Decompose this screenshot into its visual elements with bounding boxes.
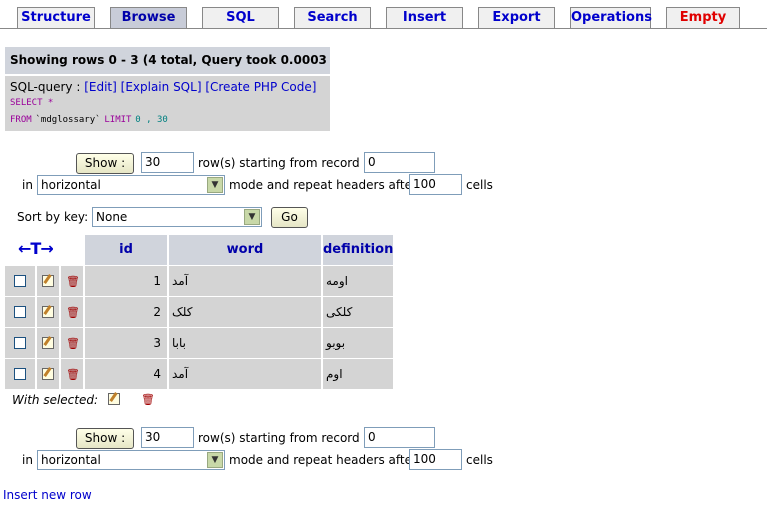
row-checkbox[interactable] [14,275,26,287]
row-word: آمد [169,359,321,389]
sql-limit-values: 0 , 30 [135,115,168,125]
mode-repeat-label-top: mode and repeat headers after [229,178,417,192]
sort-key-select[interactable]: None ▼ [92,207,262,227]
rows-count-input-bottom[interactable]: 30 [141,427,194,448]
row-edit-cell [37,266,59,296]
row-checkbox[interactable] [14,337,26,349]
explain-sql-link[interactable]: [Explain SQL] [121,80,202,94]
sql-table-name: `mdglossary` [35,115,101,125]
tab-underline [0,28,767,29]
trash-icon[interactable]: 🗑 [66,306,80,320]
sql-query-box: SQL-query : [Edit] [Explain SQL] [Create… [5,76,330,131]
start-record-input-top[interactable]: 0 [364,152,435,173]
sql-query-label: SQL-query : [10,80,81,94]
table-row [5,328,35,358]
row-delete-cell: 🗑 [61,328,83,358]
trash-icon[interactable]: 🗑 [66,337,80,351]
repeat-headers-input-top[interactable]: 100 [409,174,462,195]
tab-search[interactable]: Search [294,7,371,28]
in-label-top: in [22,178,33,192]
tab-operations[interactable]: Operations [570,7,652,28]
chevron-down-icon[interactable]: ▼ [207,452,223,468]
column-header-id[interactable]: id [85,235,167,265]
show-button-bottom[interactable]: Show : [76,428,134,449]
repeat-headers-input-bottom[interactable]: 100 [409,449,462,470]
with-selected-label: With selected: [12,393,99,407]
row-id: 1 [85,266,167,296]
tab-browse[interactable]: Browse [110,7,187,28]
row-delete-cell: 🗑 [61,297,83,327]
tab-insert[interactable]: Insert [386,7,463,28]
row-id: 4 [85,359,167,389]
cells-label-bottom: cells [466,453,493,467]
edit-pencil-icon[interactable] [42,306,54,318]
sql-from-keyword: FROM [10,115,32,125]
sql-limit-keyword: LIMIT [104,115,132,125]
sql-select-keyword: SELECT * [10,98,54,108]
rows-count-input-top[interactable]: 30 [141,152,194,173]
edit-pencil-icon[interactable] [42,337,54,349]
sort-key-value: None [96,210,128,224]
tab-export[interactable]: Export [478,7,555,28]
tab-structure[interactable]: Structure [17,7,95,28]
row-edit-cell [37,297,59,327]
mode-repeat-label-bottom: mode and repeat headers after [229,453,417,467]
table-row [5,359,35,389]
delete-selected-trash-icon[interactable]: 🗑 [141,393,155,407]
cells-label-top: cells [466,178,493,192]
rows-starting-label-bottom: row(s) starting from record # [198,431,374,445]
trash-icon[interactable]: 🗑 [66,368,80,382]
start-record-input-bottom[interactable]: 0 [364,427,435,448]
row-definition: کلکی [323,297,393,327]
trash-icon[interactable]: 🗑 [66,275,80,289]
row-id: 2 [85,297,167,327]
display-mode-select-bottom[interactable]: horizontal ▼ [37,450,225,470]
edit-pencil-icon[interactable] [42,368,54,380]
row-id: 3 [85,328,167,358]
in-label-bottom: in [22,453,33,467]
row-edit-cell [37,328,59,358]
table-row [5,266,35,296]
display-mode-select-top[interactable]: horizontal ▼ [37,175,225,195]
row-word: بابا [169,328,321,358]
edit-pencil-icon[interactable] [42,275,54,287]
row-word: کلک [169,297,321,327]
display-mode-value-bottom: horizontal [41,453,101,467]
insert-new-row-link[interactable]: Insert new row [3,488,92,502]
column-header-word[interactable]: word [169,235,321,265]
row-checkbox[interactable] [14,368,26,380]
chevron-down-icon[interactable]: ▼ [244,209,260,225]
column-toggle-arrows[interactable]: ←T→ [18,240,54,258]
row-checkbox[interactable] [14,306,26,318]
go-button[interactable]: Go [271,207,308,228]
tab-sql[interactable]: SQL [202,7,279,28]
row-definition: اومه [323,266,393,296]
column-header-definition[interactable]: definition [323,235,393,265]
row-edit-cell [37,359,59,389]
table-row [5,297,35,327]
row-word: آمد [169,266,321,296]
chevron-down-icon[interactable]: ▼ [207,177,223,193]
query-result-heading: Showing rows 0 - 3 (4 total, Query took … [5,47,330,94]
display-mode-value-top: horizontal [41,178,101,192]
row-delete-cell: 🗑 [61,266,83,296]
edit-sql-link[interactable]: [Edit] [84,80,117,94]
row-delete-cell: 🗑 [61,359,83,389]
sort-by-key-label: Sort by key: [17,210,89,224]
tab-empty[interactable]: Empty [666,7,740,28]
create-php-code-link[interactable]: [Create PHP Code] [205,80,316,94]
show-button-top[interactable]: Show : [76,153,134,174]
edit-selected-pencil-icon[interactable] [108,393,120,405]
row-definition: اوم [323,359,393,389]
row-definition: بوبو [323,328,393,358]
rows-starting-label-top: row(s) starting from record # [198,156,374,170]
